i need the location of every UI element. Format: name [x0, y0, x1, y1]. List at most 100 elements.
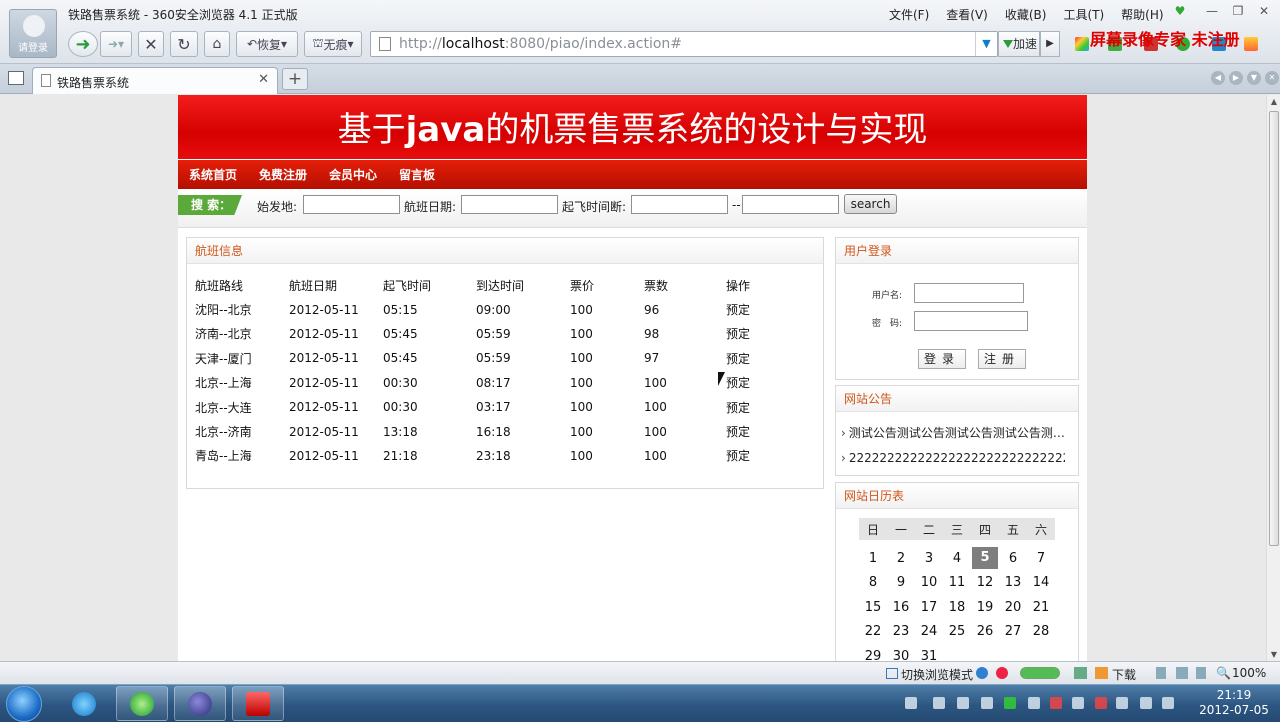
- sidebar-toggle-icon[interactable]: [8, 71, 24, 85]
- scroll-down-icon[interactable]: ▼: [1269, 650, 1279, 659]
- calendar-day[interactable]: 13: [999, 571, 1027, 596]
- stop-button[interactable]: ✕: [138, 31, 164, 57]
- minimize-button[interactable]: —: [1202, 4, 1222, 20]
- notice-item[interactable]: 2222222222222222222222222222222...: [841, 451, 1065, 465]
- nav-home[interactable]: 系统首页: [189, 166, 237, 183]
- tray-icon[interactable]: [905, 697, 917, 709]
- book-link[interactable]: 预定: [726, 419, 786, 443]
- tray-icon[interactable]: [933, 697, 945, 709]
- calendar-day[interactable]: 12: [971, 571, 999, 596]
- home-button[interactable]: ⌂: [204, 31, 230, 57]
- taskbar-eclipse[interactable]: [174, 686, 226, 721]
- print-icon[interactable]: [1156, 667, 1166, 679]
- calendar-day[interactable]: 2: [887, 546, 915, 571]
- screenshot-icon[interactable]: [1074, 667, 1087, 679]
- volume-icon[interactable]: [1162, 697, 1174, 709]
- origin-input[interactable]: [303, 195, 400, 214]
- login-button[interactable]: 登录: [918, 349, 966, 369]
- chevron-down-icon[interactable]: ▼: [975, 32, 997, 56]
- book-link[interactable]: 预定: [726, 322, 786, 346]
- calendar-day[interactable]: 9: [887, 571, 915, 596]
- calendar-day[interactable]: 15: [859, 595, 887, 620]
- taskbar-recorder[interactable]: [232, 686, 284, 721]
- calendar-day[interactable]: 4: [943, 546, 971, 571]
- calendar-day[interactable]: 17: [915, 595, 943, 620]
- ie-icon[interactable]: [976, 667, 988, 679]
- taskbar-ie[interactable]: [58, 686, 110, 721]
- menu-tools[interactable]: 工具(T): [1063, 6, 1104, 23]
- calendar-day[interactable]: 6: [999, 546, 1027, 571]
- menu-file[interactable]: 文件(F): [889, 6, 929, 23]
- book-link[interactable]: 预定: [726, 444, 786, 468]
- date-input[interactable]: [461, 195, 558, 214]
- menu-favorites[interactable]: 收藏(B): [1005, 6, 1047, 23]
- tray-icon[interactable]: [1050, 697, 1062, 709]
- tray-icon[interactable]: [1004, 697, 1016, 709]
- book-link[interactable]: 预定: [726, 346, 786, 370]
- download-button[interactable]: 下载: [1112, 666, 1136, 683]
- calendar-day[interactable]: 24: [915, 620, 943, 645]
- calendar-day[interactable]: 7: [1027, 546, 1055, 571]
- start-button[interactable]: [6, 686, 42, 722]
- nav-member-center[interactable]: 会员中心: [329, 166, 377, 183]
- tray-icon[interactable]: [957, 697, 969, 709]
- tray-icon[interactable]: [1028, 697, 1040, 709]
- calendar-day[interactable]: 14: [1027, 571, 1055, 596]
- close-window-button[interactable]: ✕: [1254, 4, 1274, 20]
- nav-message-board[interactable]: 留言板: [399, 166, 435, 183]
- menu-view[interactable]: 查看(V): [946, 6, 988, 23]
- security-icon[interactable]: [996, 667, 1008, 679]
- user-avatar[interactable]: 请登录: [9, 9, 57, 58]
- calendar-day[interactable]: 11: [943, 571, 971, 596]
- calendar-day[interactable]: 25: [943, 620, 971, 645]
- calendar-day[interactable]: 20: [999, 595, 1027, 620]
- tab-right-icon[interactable]: ▶: [1229, 71, 1243, 85]
- calendar-day[interactable]: 21: [1027, 595, 1055, 620]
- register-button[interactable]: 注册: [978, 349, 1026, 369]
- tray-icon[interactable]: [1095, 697, 1107, 709]
- calendar-day[interactable]: 1: [859, 546, 887, 571]
- time-end-input[interactable]: [742, 195, 839, 214]
- username-input[interactable]: [914, 283, 1024, 303]
- calendar-day[interactable]: 3: [915, 546, 943, 571]
- accelerate-button[interactable]: 加速: [998, 31, 1040, 57]
- menu-help[interactable]: 帮助(H): [1121, 6, 1163, 23]
- close-tab-icon[interactable]: ✕: [258, 72, 269, 87]
- calendar-day[interactable]: 26: [971, 620, 999, 645]
- play-button[interactable]: ▶: [1040, 31, 1060, 57]
- zoom-icon[interactable]: 🔍: [1216, 666, 1231, 680]
- calendar-day[interactable]: 16: [887, 595, 915, 620]
- private-mode-button[interactable]: ⛫ 无痕 ▾: [304, 31, 362, 57]
- skin-icon[interactable]: ♥: [1170, 4, 1190, 20]
- address-bar[interactable]: http://localhost:8080/piao/index.action#…: [370, 31, 998, 57]
- calendar-day[interactable]: 27: [999, 620, 1027, 645]
- book-link[interactable]: 预定: [726, 395, 786, 419]
- tray-icon[interactable]: [1072, 697, 1084, 709]
- calendar-day[interactable]: 19: [971, 595, 999, 620]
- back-button[interactable]: ➜: [68, 31, 98, 57]
- tab-active[interactable]: 铁路售票系统 ✕: [32, 67, 278, 94]
- time-start-input[interactable]: [631, 195, 728, 214]
- scrollbar-thumb[interactable]: [1269, 111, 1279, 546]
- taskbar-360-browser[interactable]: [116, 686, 168, 721]
- book-link[interactable]: 预定: [726, 371, 786, 395]
- calendar-day[interactable]: 8: [859, 571, 887, 596]
- calendar-day[interactable]: 23: [887, 620, 915, 645]
- book-link[interactable]: 预定: [726, 297, 786, 321]
- new-tab-button[interactable]: +: [282, 68, 308, 90]
- calendar-day[interactable]: 5: [971, 546, 999, 571]
- nav-register[interactable]: 免费注册: [259, 166, 307, 183]
- notice-item[interactable]: 测试公告测试公告测试公告测试公告测…: [841, 424, 1065, 441]
- tab-close-all-icon[interactable]: ✕: [1265, 71, 1279, 85]
- tab-left-icon[interactable]: ◀: [1211, 71, 1225, 85]
- switch-mode-button[interactable]: 切换浏览模式: [901, 666, 973, 683]
- tray-icon[interactable]: [981, 697, 993, 709]
- app-box-icon[interactable]: [1075, 37, 1089, 51]
- maximize-button[interactable]: ❐: [1228, 4, 1248, 20]
- scroll-up-icon[interactable]: ▲: [1269, 97, 1279, 106]
- restore-button[interactable]: ↶ 恢复 ▾: [236, 31, 298, 57]
- extension-icon[interactable]: [1244, 37, 1258, 51]
- calendar-day[interactable]: 18: [943, 595, 971, 620]
- page-scrollbar[interactable]: ▲ ▼: [1266, 95, 1280, 661]
- tab-list-icon[interactable]: ▼: [1247, 71, 1261, 85]
